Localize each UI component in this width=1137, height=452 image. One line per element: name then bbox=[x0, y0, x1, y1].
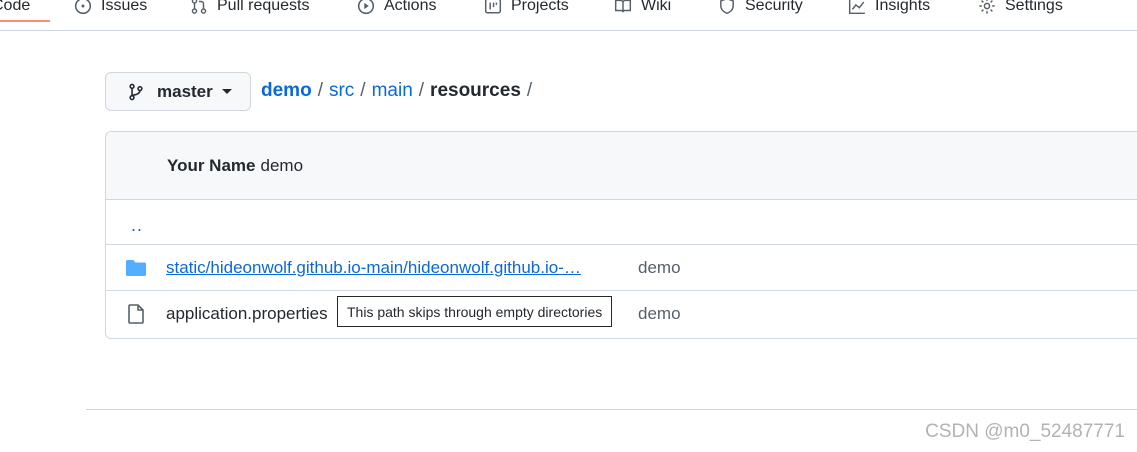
issue-icon bbox=[74, 0, 92, 15]
path-tooltip: This path skips through empty directorie… bbox=[337, 296, 613, 327]
pull-request-icon bbox=[191, 0, 207, 14]
tab-code-label: Code bbox=[0, 0, 31, 14]
breadcrumb-main-link[interactable]: main bbox=[372, 80, 413, 102]
breadcrumb-separator: / bbox=[360, 80, 366, 101]
tab-pull-requests[interactable]: Pull requests bbox=[190, 0, 310, 21]
breadcrumb-repo-link[interactable]: demo bbox=[261, 80, 312, 102]
graph-icon bbox=[848, 0, 865, 15]
footer-divider bbox=[86, 409, 1137, 410]
watermark: CSDN @m0_52487771 bbox=[925, 421, 1125, 442]
file-link[interactable]: application.properties bbox=[166, 304, 328, 324]
repo-tab-nav: Code Issues Pull requests Actions Projec… bbox=[0, 0, 1137, 31]
file-icon bbox=[128, 304, 144, 324]
breadcrumb-separator: / bbox=[526, 80, 533, 101]
folder-commit-message[interactable]: demo bbox=[638, 258, 681, 278]
latest-commit-row: Your Name demo bbox=[106, 132, 1137, 200]
folder-icon bbox=[126, 260, 146, 276]
branch-selector-button[interactable]: master bbox=[105, 72, 251, 111]
commit-author[interactable]: Your Name bbox=[167, 156, 256, 176]
file-commit-message[interactable]: demo bbox=[638, 304, 681, 324]
tab-issues[interactable]: Issues bbox=[74, 0, 147, 21]
parent-directory-row: .. bbox=[106, 200, 1137, 245]
tab-projects-label: Projects bbox=[511, 0, 569, 14]
tab-projects[interactable]: Projects bbox=[484, 0, 569, 21]
project-icon bbox=[484, 0, 502, 14]
tab-insights[interactable]: Insights bbox=[848, 0, 930, 21]
file-list: Your Name demo .. static/hideonwolf.gith… bbox=[105, 131, 1137, 339]
tab-issues-label: Issues bbox=[101, 0, 148, 14]
gear-icon bbox=[979, 0, 995, 14]
shield-icon bbox=[720, 0, 734, 15]
branch-name: master bbox=[157, 81, 213, 101]
tab-actions-label: Actions bbox=[384, 0, 437, 14]
book-icon bbox=[614, 0, 632, 13]
parent-directory-link[interactable]: .. bbox=[131, 215, 143, 236]
tab-security[interactable]: Security bbox=[718, 0, 803, 21]
tab-wiki-label: Wiki bbox=[641, 0, 672, 14]
tab-settings[interactable]: Settings bbox=[978, 0, 1063, 21]
file-row-file: application.properties demo bbox=[106, 291, 1137, 337]
play-icon bbox=[357, 0, 375, 15]
breadcrumb-src-link[interactable]: src bbox=[329, 80, 354, 102]
folder-link[interactable]: static/hideonwolf.github.io-main/hideonw… bbox=[166, 258, 581, 278]
commit-message[interactable]: demo bbox=[261, 156, 304, 176]
tab-actions[interactable]: Actions bbox=[357, 0, 436, 21]
file-row-folder: static/hideonwolf.github.io-main/hideonw… bbox=[106, 245, 1137, 291]
chevron-down-icon bbox=[221, 89, 232, 94]
tab-wiki[interactable]: Wiki bbox=[614, 0, 671, 21]
breadcrumb-separator: / bbox=[418, 80, 425, 101]
breadcrumb-separator: / bbox=[317, 80, 323, 101]
tab-settings-label: Settings bbox=[1005, 0, 1063, 14]
tab-security-label: Security bbox=[745, 0, 803, 14]
tab-pull-requests-label: Pull requests bbox=[217, 0, 310, 14]
tab-code[interactable]: Code bbox=[0, 0, 51, 22]
tab-insights-label: Insights bbox=[875, 0, 931, 14]
breadcrumb-current: resources bbox=[430, 80, 521, 101]
breadcrumb: demo / src / main / resources / bbox=[261, 80, 538, 102]
git-branch-icon bbox=[129, 83, 143, 100]
